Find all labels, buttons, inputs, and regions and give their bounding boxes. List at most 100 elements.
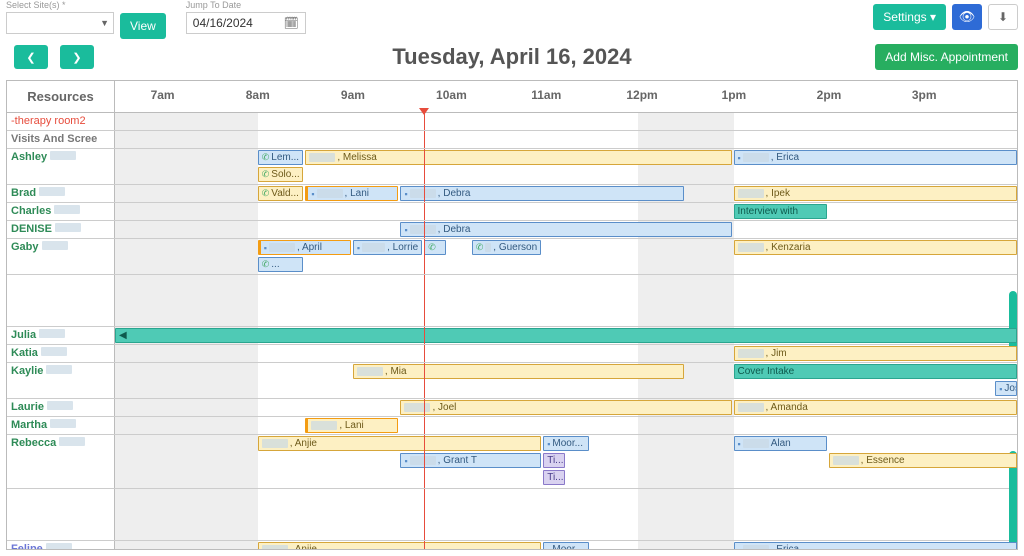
appointment[interactable]: ▪, Grant T [400,453,541,468]
appointment[interactable]: ✆Lem... [258,150,304,165]
next-day-button[interactable]: ❯ [60,45,94,69]
track-area[interactable]: Interview with [115,203,1017,220]
resource-name: Laurie [11,401,44,413]
appointment[interactable]: ▪ Alan [734,436,827,451]
appointment[interactable]: ▪, Lorrie [353,240,422,255]
resource-cell[interactable]: Rebecca [7,435,115,488]
track-area[interactable]: ▪, Debra [115,221,1017,238]
appointment[interactable]: ▪Moor... [543,436,589,451]
add-appointment-button[interactable]: Add Misc. Appointment [875,44,1018,70]
resource-name: Julia [11,329,36,341]
appointment-label: Alan [771,438,791,449]
resource-name: Rebecca [11,437,56,449]
track-area[interactable]: , Joel, Amanda [115,399,1017,416]
track-area[interactable]: , Anjie▪Moor...▪, Erica✆Vald...▪, Lanis,… [115,541,1017,549]
hour-label: 3pm [912,88,937,102]
track-area[interactable]: ▪, April▪, Lorrie✆ ✆, Guerson , Kenzaria ✆.… [115,239,1017,274]
download-button[interactable]: ⬇ [988,4,1018,30]
jump-date-label: Jump To Date [186,0,306,10]
prev-day-button[interactable]: ❮ [14,45,48,69]
appointment[interactable]: ✆Solo... [258,167,304,182]
appointment[interactable]: ✆, Guerson [472,240,541,255]
appointment[interactable]: ▪, Debra [400,222,731,237]
appointment[interactable]: , Kenzaria [734,240,1017,255]
settings-button[interactable]: Settings ▾ [873,4,946,30]
resource-row: Charles Interview with [7,203,1017,221]
appointment[interactable]: ✆... [258,257,304,272]
resource-cell[interactable]: Kaylie [7,363,115,398]
appointment[interactable]: , Ipek [734,186,1017,201]
scheduler-body[interactable]: -therapy room2Visits And Scree Ashley ✆Lem… [7,113,1017,549]
appointment-label: , Ipek [766,188,790,199]
date-input[interactable]: 04/16/2024 🗓 [186,12,306,34]
hour-label: 10am [436,88,467,102]
resource-cell[interactable]: Ashley [7,149,115,184]
track-area[interactable]: ✆Vald...▪, Lani▪, Debra , Ipek [115,185,1017,202]
appointment-label: Ti... [547,455,563,466]
resource-row: Visits And Scree [7,131,1017,149]
track-area[interactable]: ◀ [115,327,1017,344]
appointment[interactable]: Interview with [734,204,827,219]
resource-cell[interactable] [7,275,115,326]
track-area[interactable] [115,489,1017,540]
appointment[interactable]: ◀ [115,328,1017,343]
appointment-label: Vald... [271,188,299,199]
resource-cell[interactable]: Martha [7,417,115,434]
site-select[interactable]: ▼ [6,12,114,34]
redacted-text [47,401,73,410]
appointment[interactable]: , Lani [305,418,398,433]
track-area[interactable] [115,113,1017,130]
redacted-text [738,189,764,198]
appointment[interactable]: , Anjie [258,542,541,549]
resource-cell[interactable] [7,489,115,540]
appointment[interactable]: ▪, April [258,240,351,255]
appointment[interactable]: ▪, Lani [305,186,398,201]
track-area[interactable]: , Lani [115,417,1017,434]
appointment[interactable]: ▪, Erica [734,150,1017,165]
appointment[interactable]: Ti... [543,453,565,468]
resource-name: Katia [11,347,38,359]
time-header: 7am8am9am10am11am12pm1pm2pm3pm [115,81,1017,113]
appointment[interactable]: , Melissa [305,150,731,165]
resource-cell[interactable]: Visits And Scree [7,131,115,148]
resource-name: Gaby [11,241,39,253]
appointment[interactable]: , Anjie [258,436,541,451]
appointment[interactable]: , Jim [734,346,1017,361]
toggle-view-button[interactable]: 👁 [952,4,982,30]
appointment[interactable]: , Amanda [734,400,1017,415]
resource-cell[interactable]: Laurie [7,399,115,416]
resource-name: Ashley [11,151,47,163]
resource-cell[interactable]: Brad [7,185,115,202]
resource-cell[interactable]: DENISE [7,221,115,238]
track-area[interactable]: ✆Lem..., Melissa▪, Erica ✆Solo... [115,149,1017,184]
resource-row: DENISE ▪, Debra [7,221,1017,239]
phone-icon: ✆ [262,169,270,180]
track-area[interactable]: , Anjie▪Moor...▪Alan▪, Grant TTi..., Ess… [115,435,1017,488]
track-area[interactable] [115,275,1017,326]
appointment[interactable]: Cover Intake [734,364,1017,379]
appointment[interactable]: , Essence [829,453,1017,468]
appointment-label: , Kenzaria [766,242,811,253]
appointment[interactable]: ✆Vald... [258,186,304,201]
resource-name: Martha [11,419,47,431]
appointment[interactable]: ▪, Debra [400,186,683,201]
person-icon: ▪ [738,439,741,449]
appointment[interactable]: , Mia [353,364,684,379]
appointment[interactable]: , Joel [400,400,731,415]
track-area[interactable]: , Mia Cover Intake ▪Jose [115,363,1017,398]
track-area[interactable] [115,131,1017,148]
appointment[interactable]: ▪Jose [995,381,1017,396]
resource-cell[interactable]: Gaby [7,239,115,274]
track-area[interactable]: , Jim [115,345,1017,362]
resource-cell[interactable]: Felipe [7,541,115,549]
download-icon: ⬇ [998,10,1008,24]
resource-cell[interactable]: -therapy room2 [7,113,115,130]
appointment[interactable]: Ti... [543,470,565,485]
resource-cell[interactable]: Katia [7,345,115,362]
resource-cell[interactable]: Julia [7,327,115,344]
resource-cell[interactable]: Charles [7,203,115,220]
appointment[interactable]: ▪, Erica [734,542,1017,549]
appointment[interactable]: ✆ [424,240,446,255]
resource-row: Brad ✆Vald...▪, Lani▪, Debra , Ipek [7,185,1017,203]
appointment[interactable]: ▪Moor... [543,542,589,549]
